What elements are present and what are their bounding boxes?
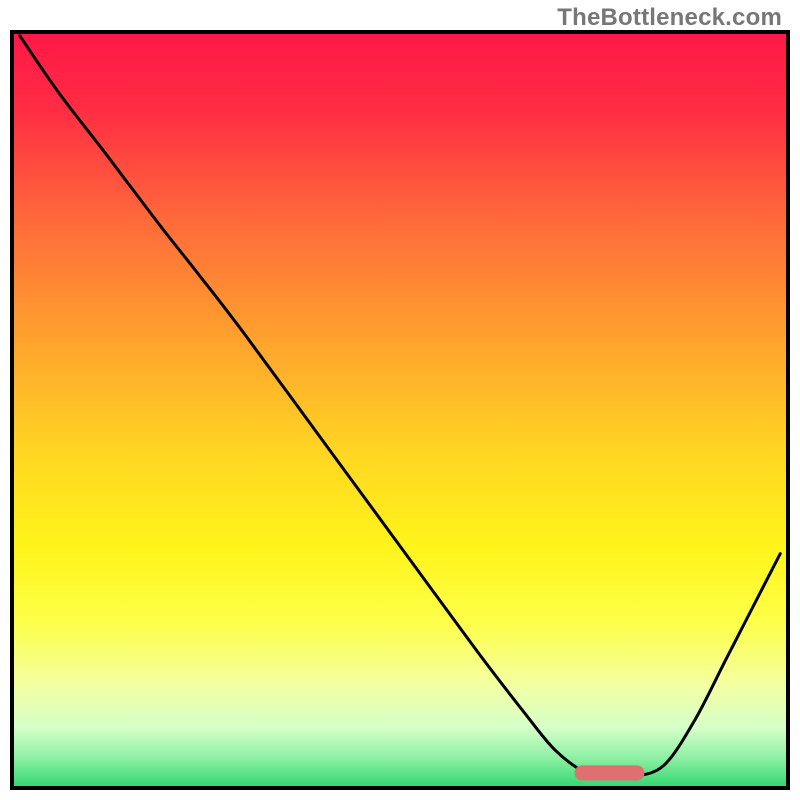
watermark-text: TheBottleneck.com [557, 4, 782, 32]
optimal-range-marker [575, 765, 645, 780]
bottleneck-chart: TheBottleneck.com [0, 0, 800, 800]
plot-background [12, 32, 788, 788]
chart-canvas [0, 0, 800, 800]
